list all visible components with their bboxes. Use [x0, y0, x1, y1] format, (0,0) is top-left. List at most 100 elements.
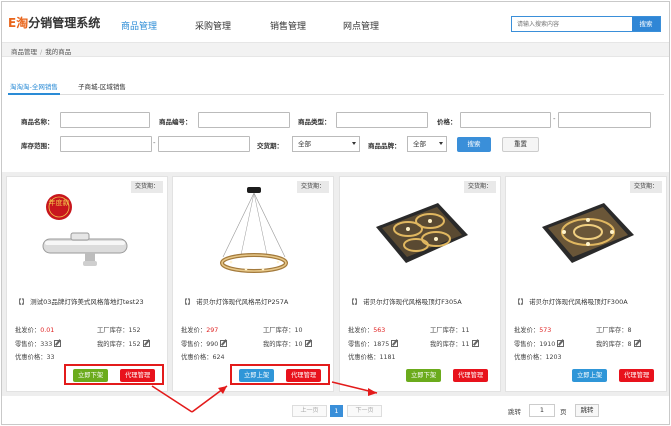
tab-national-sales[interactable]: 淘淘淘-全网销售 — [8, 81, 60, 95]
product-name[interactable]: 【】 诺贝尔灯饰现代风格吸顶灯F300A — [514, 297, 664, 307]
retail-row: 零售价：1875 我的库存：11 — [348, 339, 498, 348]
deal-period-select[interactable]: 全部 — [292, 136, 360, 152]
nav-purchase-management[interactable]: 采购管理 — [195, 19, 231, 32]
nav-sales-management[interactable]: 销售管理 — [270, 19, 306, 32]
my-stock-label: 我的库存： — [263, 341, 295, 348]
price-max-input[interactable] — [558, 112, 651, 128]
list-button[interactable]: 立即上架 — [572, 369, 608, 382]
filter-reset-button[interactable]: 重置 — [502, 137, 539, 152]
my-stock-value: 8 — [627, 341, 632, 348]
wholesale-label: 批发价： — [15, 327, 41, 334]
discount-row: 优惠价格：33 — [15, 352, 165, 361]
retail-label: 零售价： — [181, 341, 207, 348]
factory-stock-label: 工厂库存： — [430, 327, 462, 334]
logo-brand: E淘 — [8, 16, 29, 30]
product-name[interactable]: 【】 测试03品牌灯饰美式风格落地灯test23 — [15, 297, 165, 307]
prev-page-button[interactable]: 上一页 — [292, 405, 327, 417]
jump-button[interactable]: 跳转 — [575, 404, 599, 417]
deal-period-value: 全部 — [298, 140, 311, 148]
agent-management-button[interactable]: 代理管理 — [619, 369, 655, 382]
edit-icon[interactable] — [304, 340, 312, 347]
brand-value: 全部 — [413, 140, 426, 148]
stock-min-input[interactable] — [60, 136, 152, 152]
factory-stock-label: 工厂库存： — [263, 327, 295, 334]
breadcrumb-item-product-management[interactable]: 商品管理 — [11, 48, 37, 56]
search-box: 搜索 — [511, 16, 661, 32]
wholesale-price: 563 — [373, 327, 386, 334]
discount-row: 优惠价格：1203 — [514, 352, 664, 361]
product-name[interactable]: 【】 诺贝尔灯饰现代风格吊灯P257A — [181, 297, 331, 307]
stock-max-input[interactable] — [158, 136, 250, 152]
retail-label: 零售价： — [514, 341, 540, 348]
discount-label: 优惠价格： — [348, 354, 380, 361]
wholesale-price: 297 — [206, 327, 219, 334]
my-stock-value: 152 — [128, 341, 141, 348]
discount-row: 优惠价格：624 — [181, 352, 331, 361]
product-name[interactable]: 【】 诺贝尔灯饰现代风格吸顶灯F305A — [348, 297, 498, 307]
faucet-image[interactable]: 年度款 — [35, 185, 141, 289]
price-label: 价格： — [437, 118, 457, 126]
search-button[interactable]: 搜索 — [632, 17, 660, 31]
discount-price: 624 — [212, 354, 225, 361]
agent-management-button[interactable]: 代理管理 — [453, 369, 489, 382]
pendant-lamp-image[interactable] — [201, 185, 307, 289]
ceiling-lamp-image[interactable] — [368, 185, 474, 289]
retail-row: 零售价：333 我的库存：152 — [15, 339, 165, 348]
price-row: 批发价：0.01 工厂库存：152 — [15, 325, 165, 334]
page-number-input[interactable]: 1 — [529, 404, 555, 417]
edit-icon[interactable] — [220, 340, 228, 347]
discount-price: 33 — [46, 354, 55, 361]
app-logo[interactable]: E淘分销管理系统 — [8, 14, 100, 31]
price-row: 批发价：297 工厂库存：10 — [181, 325, 331, 334]
top-header: E淘分销管理系统 商品管理 采购管理 销售管理 网点管理 搜索 — [2, 2, 669, 42]
price-range-dash: - — [553, 115, 556, 123]
discount-price: 1181 — [379, 354, 396, 361]
retail-row: 零售价：990 我的库存：10 — [181, 339, 331, 348]
deal-period-label: 交货期： — [257, 142, 283, 150]
nav-outlet-management[interactable]: 网点管理 — [343, 19, 379, 32]
product-name-input[interactable] — [60, 112, 150, 128]
breadcrumb-bar: 商品管理 / 我的商品 — [2, 42, 669, 57]
wholesale-price: 573 — [539, 327, 552, 334]
chevron-down-icon — [439, 142, 443, 145]
brand-label: 商品品牌： — [368, 142, 401, 150]
badge-text: 年度款 — [49, 198, 70, 207]
edit-icon[interactable] — [391, 340, 399, 347]
retail-label: 零售价： — [348, 341, 374, 348]
nav-product-management[interactable]: 商品管理 — [121, 19, 157, 32]
next-page-button[interactable]: 下一页 — [347, 405, 382, 417]
my-stock-label: 我的库存： — [596, 341, 628, 348]
product-card: 交货期： 【】 诺贝尔灯饰现代风格吸顶灯F305A 批发价：563 工厂库存：11… — [339, 176, 501, 392]
retail-price: 333 — [40, 341, 53, 348]
breadcrumb: 商品管理 / 我的商品 — [11, 46, 71, 56]
retail-row: 零售价：1910 我的库存：8 — [514, 339, 664, 348]
my-stock-value: 11 — [461, 341, 470, 348]
filter-search-button[interactable]: 搜索 — [457, 137, 491, 152]
page-1-button[interactable]: 1 — [330, 405, 343, 417]
delist-button[interactable]: 立即下架 — [406, 369, 442, 382]
edit-icon[interactable] — [633, 340, 641, 347]
product-name-label: 商品名称： — [21, 118, 54, 126]
discount-label: 优惠价格： — [181, 354, 213, 361]
brand-select[interactable]: 全部 — [407, 136, 447, 152]
edit-icon[interactable] — [471, 340, 479, 347]
product-code-label: 商品编号： — [159, 118, 192, 126]
tab-regional-sales[interactable]: 子商城-区域销售 — [76, 81, 128, 95]
search-input[interactable] — [512, 17, 632, 31]
product-code-input[interactable] — [198, 112, 290, 128]
edit-icon[interactable] — [557, 340, 565, 347]
edit-icon[interactable] — [142, 340, 150, 347]
product-type-input[interactable] — [336, 112, 428, 128]
ceiling-lamp-image[interactable] — [534, 185, 640, 289]
product-card: 交货期： 【】 诺贝尔灯饰现代风格吊灯P257A 批发价：297 工厂库存：10 … — [172, 176, 334, 392]
wholesale-price: 0.01 — [40, 327, 55, 334]
retail-label: 零售价： — [15, 341, 41, 348]
wholesale-label: 批发价： — [348, 327, 374, 334]
page-unit-label: 页 — [560, 408, 567, 416]
product-card: 交货期： 年度款 【】 测试03品牌灯饰美式风格落地灯test23 批发价：0.… — [6, 176, 168, 392]
edit-icon[interactable] — [54, 340, 62, 347]
factory-stock-value: 10 — [294, 327, 303, 334]
breadcrumb-separator: / — [40, 48, 43, 56]
price-min-input[interactable] — [460, 112, 551, 128]
discount-label: 优惠价格： — [15, 354, 47, 361]
